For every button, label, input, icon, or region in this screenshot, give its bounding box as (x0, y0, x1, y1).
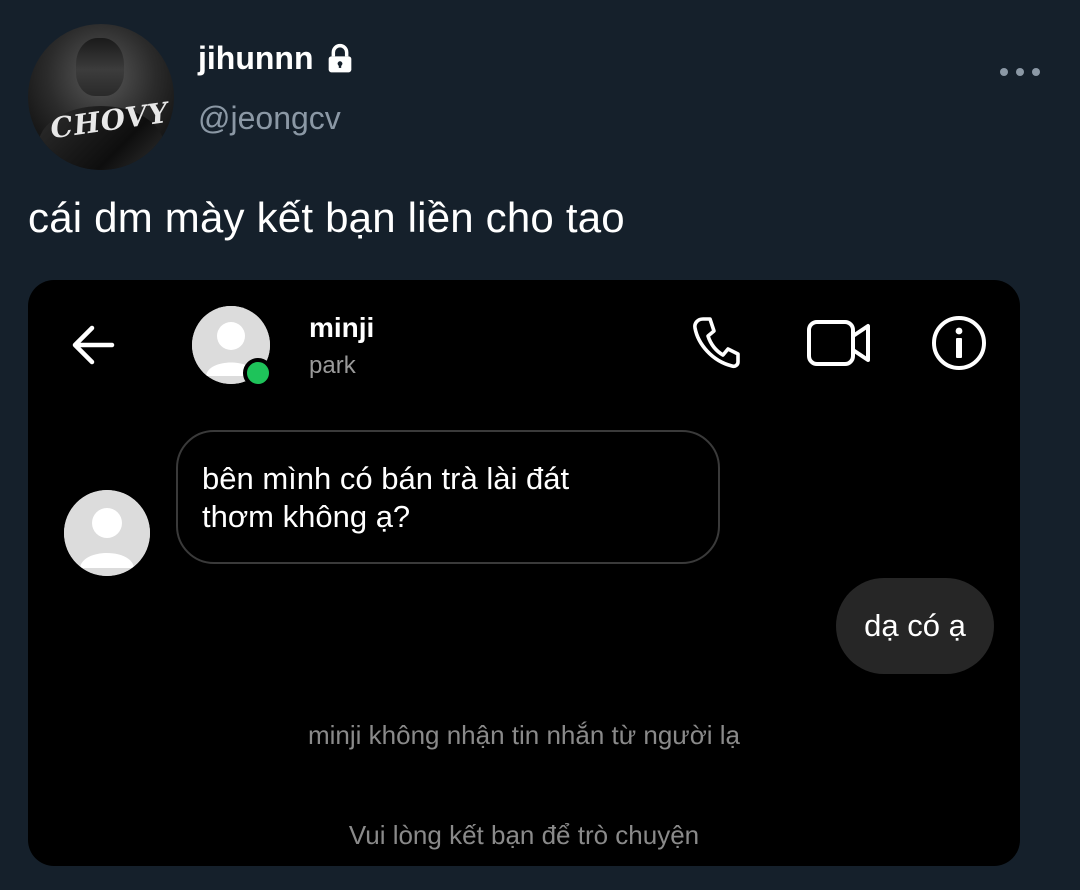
default-avatar-icon (64, 490, 150, 576)
info-icon[interactable] (930, 314, 988, 372)
lock-icon (328, 43, 351, 72)
user-handle[interactable]: @jeongcv (198, 100, 341, 137)
phone-icon[interactable] (690, 314, 742, 370)
more-icon[interactable] (1000, 62, 1040, 82)
video-camera-icon[interactable] (806, 316, 872, 370)
arrow-left-icon[interactable] (68, 322, 118, 368)
add-friend-notice-text: Vui lòng kết bạn để trò chuyện (348, 820, 700, 850)
display-name-text[interactable]: jihunnn (198, 40, 314, 77)
message-sender-avatar[interactable] (64, 490, 150, 576)
tweet-text: cái dm mày kết bạn liền cho tao (28, 194, 625, 241)
user-avatar[interactable]: CHOVY (28, 24, 174, 170)
contact-subtitle: park (309, 352, 356, 379)
tweet-media-image[interactable]: minji park bên mình có bán trà lài đát t… (28, 280, 1020, 866)
incoming-message-bubble[interactable]: bên mình có bán trà lài đát thơm không ạ… (176, 430, 720, 564)
stranger-notice-text: minji không nhận tin nhắn từ người lạ (307, 720, 740, 750)
more-dot (1000, 68, 1008, 76)
display-name[interactable]: jihunnn (198, 40, 356, 77)
online-status-dot (243, 358, 273, 388)
avatar-face (76, 38, 124, 96)
more-dot (1016, 68, 1024, 76)
tweet-page: CHOVY jihunnn @jeongcv cái dm mày kết bạ… (0, 0, 1080, 890)
contact-name[interactable]: minji (309, 312, 374, 344)
outgoing-message-bubble[interactable]: dạ có ạ (836, 578, 994, 674)
more-dot (1032, 68, 1040, 76)
